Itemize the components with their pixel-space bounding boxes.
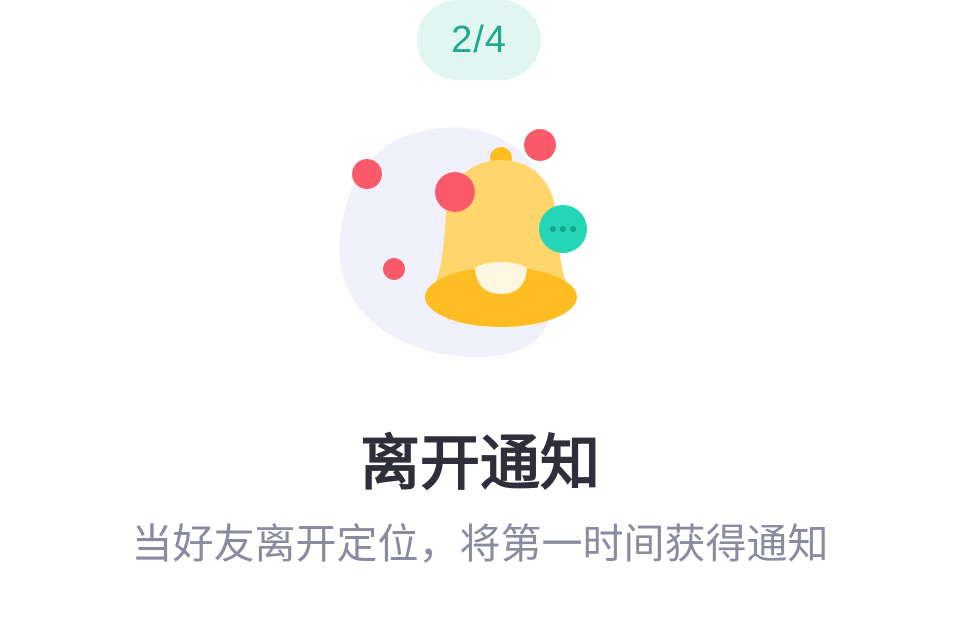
red-dot xyxy=(435,172,475,212)
bell-illustration xyxy=(339,127,587,358)
page-description: 当好友离开定位，将第一时间获得通知 xyxy=(131,520,829,568)
red-dot xyxy=(524,129,556,161)
red-dot xyxy=(352,159,382,189)
red-dot xyxy=(383,258,405,280)
chat-bubble-icon xyxy=(539,205,587,253)
step-indicator-label: 2/4 xyxy=(451,18,507,61)
notification-illustration xyxy=(320,110,610,370)
page-title: 离开通知 xyxy=(360,429,600,499)
step-indicator: 2/4 xyxy=(417,0,541,80)
